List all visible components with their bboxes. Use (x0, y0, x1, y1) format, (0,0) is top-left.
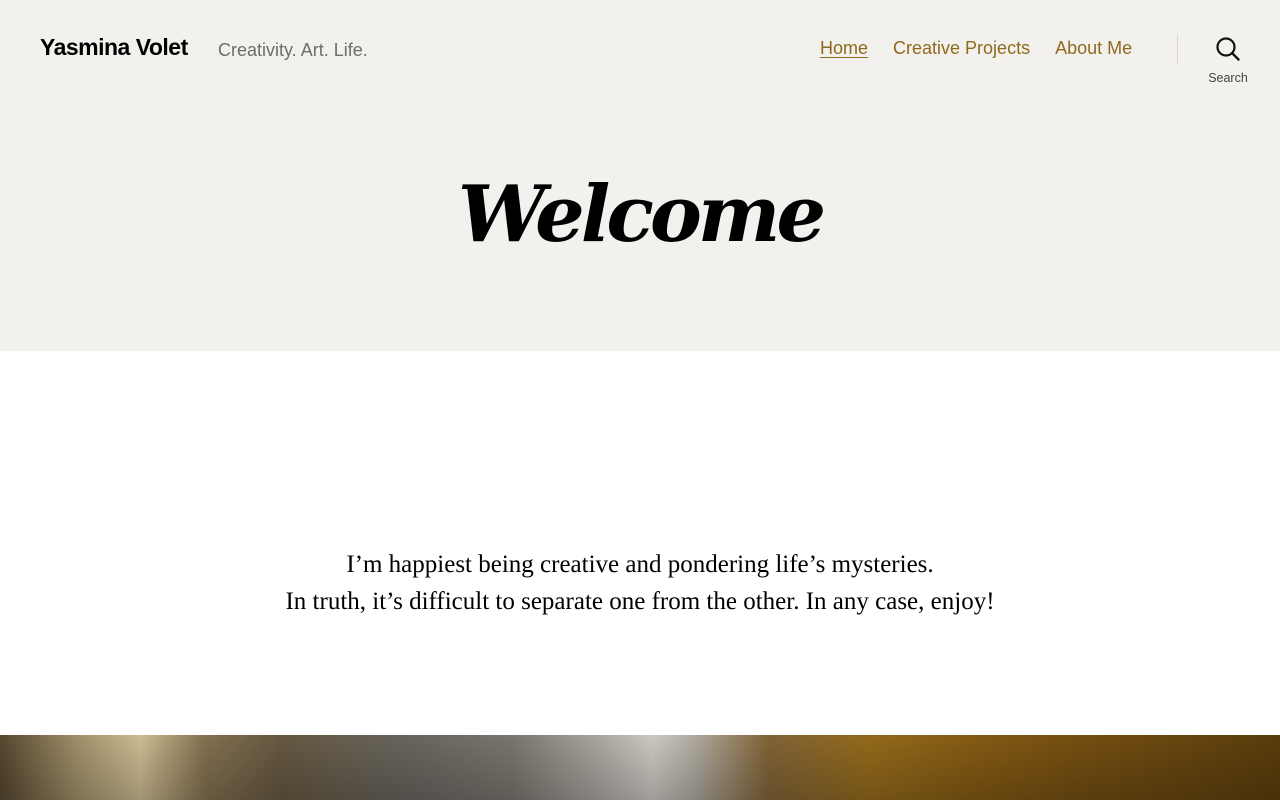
primary-menu: Home Creative Projects About Me (820, 38, 1132, 59)
search-toggle-button[interactable]: Search (1200, 36, 1256, 86)
nav-item-about-me[interactable]: About Me (1055, 38, 1132, 59)
site-header: Yasmina Volet Creativity. Art. Life. Hom… (0, 0, 1280, 351)
search-label: Search (1208, 71, 1248, 85)
site-title[interactable]: Yasmina Volet (40, 34, 188, 61)
intro-line-2: In truth, it’s difficult to separate one… (285, 588, 995, 615)
page-title: Welcome (457, 169, 826, 260)
header-divider (1177, 35, 1178, 65)
search-icon (1215, 36, 1241, 67)
nav-item-home[interactable]: Home (820, 38, 868, 59)
featured-image (0, 735, 1280, 800)
site-description: Creativity. Art. Life. (218, 40, 368, 60)
intro-line-1: I’m happiest being creative and ponderin… (346, 551, 934, 578)
intro-text: I’m happiest being creative and ponderin… (0, 546, 1280, 620)
nav-item-creative-projects[interactable]: Creative Projects (893, 38, 1030, 59)
